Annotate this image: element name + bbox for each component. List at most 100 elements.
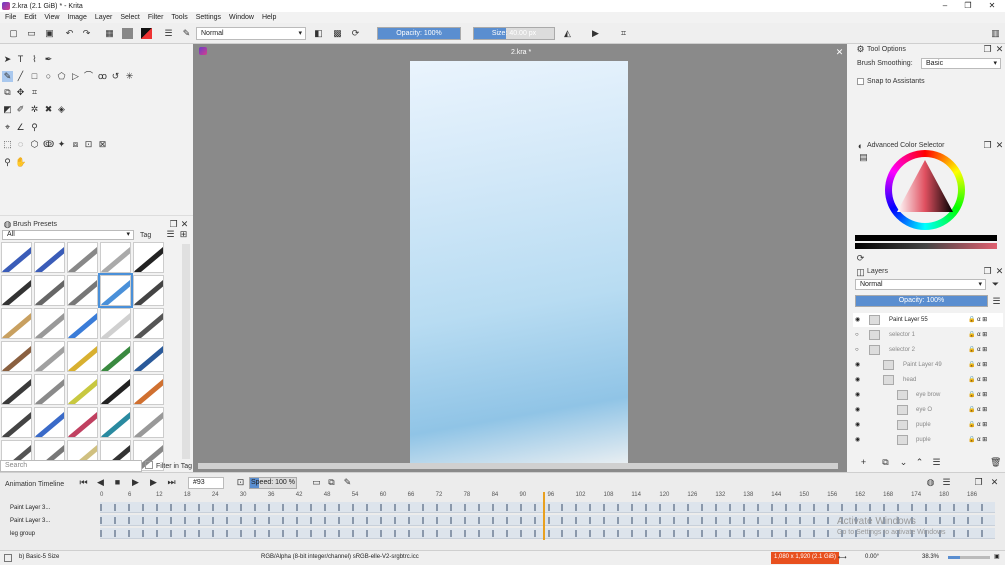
frame-cell[interactable] <box>533 530 536 537</box>
frame-cell[interactable] <box>407 517 410 524</box>
frame-cell[interactable] <box>869 504 872 511</box>
layer-opacity-slider[interactable]: Opacity: 100% <box>855 295 988 307</box>
brush-preset-item[interactable] <box>1 308 32 339</box>
prev-frame-icon[interactable]: ◀ <box>95 477 106 488</box>
frame-cell[interactable] <box>519 517 522 524</box>
frame-cell[interactable] <box>645 504 648 511</box>
frame-cell[interactable] <box>855 504 858 511</box>
frame-cell[interactable] <box>967 530 970 537</box>
colorize-mask-icon[interactable]: ✖ <box>43 104 54 115</box>
brush-preset-item[interactable] <box>67 341 98 372</box>
float-panel-icon[interactable]: ❐ <box>982 266 993 277</box>
timeline-layer[interactable]: Paint Layer 3... <box>0 515 100 527</box>
frame-cell[interactable] <box>449 504 452 511</box>
bezier-tool-icon[interactable]: ⌒ <box>83 71 94 82</box>
frame-cell[interactable] <box>505 504 508 511</box>
float-panel-icon[interactable]: ❐ <box>982 44 993 55</box>
brush-preset-item[interactable] <box>67 407 98 438</box>
frame-cell[interactable] <box>393 517 396 524</box>
close-document-icon[interactable]: ✕ <box>834 47 845 58</box>
layer-lock-alpha-icons[interactable]: 🔒 α ⊞ <box>968 418 987 432</box>
close-panel-icon[interactable]: ✕ <box>994 140 1005 151</box>
frame-cell[interactable] <box>295 530 298 537</box>
eraser-icon[interactable]: ◧ <box>313 28 324 39</box>
brush-preset-item[interactable] <box>1 407 32 438</box>
polyline-tool-icon[interactable]: ▷ <box>70 71 81 82</box>
frame-cell[interactable] <box>631 517 634 524</box>
frame-cell[interactable] <box>197 517 200 524</box>
frame-cell[interactable] <box>757 530 760 537</box>
layer-lock-alpha-icons[interactable]: 🔒 α ⊞ <box>968 373 987 387</box>
frame-cell[interactable] <box>127 530 130 537</box>
timeline-ruler[interactable]: 0 6 12 18 24 30 36 42 48 54 60 66 72 78 84 90 96 102 108 11… <box>100 492 995 502</box>
frame-cell[interactable] <box>253 504 256 511</box>
brush-preset-item[interactable] <box>34 374 65 405</box>
frame-cell[interactable] <box>785 530 788 537</box>
contiguous-select-icon[interactable]: ✦ <box>56 139 67 150</box>
brush-preset-item[interactable] <box>133 341 164 372</box>
size-slider[interactable]: Size: 40.00 px <box>473 27 555 40</box>
color-settings-icon[interactable]: ▤ <box>858 152 869 163</box>
frame-cell[interactable] <box>365 517 368 524</box>
frame-cell[interactable] <box>239 530 242 537</box>
first-frame-icon[interactable]: ⏮ <box>78 477 89 488</box>
frame-cell[interactable] <box>309 530 312 537</box>
layer-menu-icon[interactable]: ☰ <box>931 457 942 468</box>
refresh-colors-icon[interactable]: ⟳ <box>855 253 866 264</box>
menu-view[interactable]: View <box>44 14 59 21</box>
frame-cell[interactable] <box>463 530 466 537</box>
frame-cell[interactable] <box>603 517 606 524</box>
layer-row[interactable]: ◉ puple 🔒 α ⊞ <box>853 433 1003 447</box>
frame-cell[interactable] <box>491 530 494 537</box>
preset-search-input[interactable]: Search <box>0 460 142 472</box>
delete-layer-icon[interactable]: 🗑 <box>990 457 1001 468</box>
frame-cell[interactable] <box>939 517 942 524</box>
visibility-eye-icon[interactable]: ◉ <box>855 433 860 447</box>
frame-cell[interactable] <box>239 504 242 511</box>
layer-lock-alpha-icons[interactable]: 🔒 α ⊞ <box>968 403 987 417</box>
frame-cell[interactable] <box>309 504 312 511</box>
color-history-bar[interactable] <box>855 235 997 241</box>
onion-skin-icon[interactable]: ⧉ <box>326 477 337 488</box>
layer-row[interactable]: ◉ Paint Layer 55 🔒 α ⊞ <box>853 313 1003 327</box>
fill-tool-icon[interactable]: ◈ <box>56 104 67 115</box>
menu-settings[interactable]: Settings <box>196 14 221 21</box>
frame-cell[interactable] <box>981 504 984 511</box>
layer-name[interactable]: Paint Layer 55 <box>889 313 928 327</box>
brush-preset-item[interactable] <box>98 273 133 308</box>
frame-cell[interactable] <box>113 504 116 511</box>
frame-cell[interactable] <box>323 517 326 524</box>
frame-cell[interactable] <box>155 517 158 524</box>
brush-preset-item[interactable] <box>67 242 98 273</box>
layer-name[interactable]: selector 1 <box>889 328 915 342</box>
brush-preset-item[interactable] <box>34 341 65 372</box>
fit-icon[interactable]: ▣ <box>994 553 1000 560</box>
frame-cell[interactable] <box>687 530 690 537</box>
frame-cell[interactable] <box>127 504 130 511</box>
frame-cell[interactable] <box>687 504 690 511</box>
similar-select-icon[interactable]: ⧈ <box>70 139 81 150</box>
frame-cell[interactable] <box>883 504 886 511</box>
frame-cell[interactable] <box>757 504 760 511</box>
measure-tool-icon[interactable]: ∠ <box>15 122 26 133</box>
timeline-menu-icon[interactable]: ☰ <box>941 477 952 488</box>
frame-cell[interactable] <box>631 504 634 511</box>
frame-cell[interactable] <box>365 530 368 537</box>
frame-cell[interactable] <box>743 517 746 524</box>
layer-name[interactable]: eye O <box>916 403 932 417</box>
frame-cell[interactable] <box>561 504 564 511</box>
frame-cell[interactable] <box>799 530 802 537</box>
frame-cell[interactable] <box>673 504 676 511</box>
menu-tools[interactable]: Tools <box>171 14 187 21</box>
frame-cell[interactable] <box>701 504 704 511</box>
brush-preset-item[interactable] <box>133 308 164 339</box>
frame-cell[interactable] <box>435 504 438 511</box>
image-size-badge[interactable]: 1,080 x 1,920 (2.1 GiB) <box>771 552 840 564</box>
layer-name[interactable]: selector 2 <box>889 343 915 357</box>
frame-cell[interactable] <box>379 530 382 537</box>
brush-preset-item[interactable] <box>1 374 32 405</box>
menu-filter[interactable]: Filter <box>148 14 164 21</box>
edit-icon[interactable]: ✎ <box>342 477 353 488</box>
frame-cell[interactable] <box>393 530 396 537</box>
frame-cell[interactable] <box>407 530 410 537</box>
